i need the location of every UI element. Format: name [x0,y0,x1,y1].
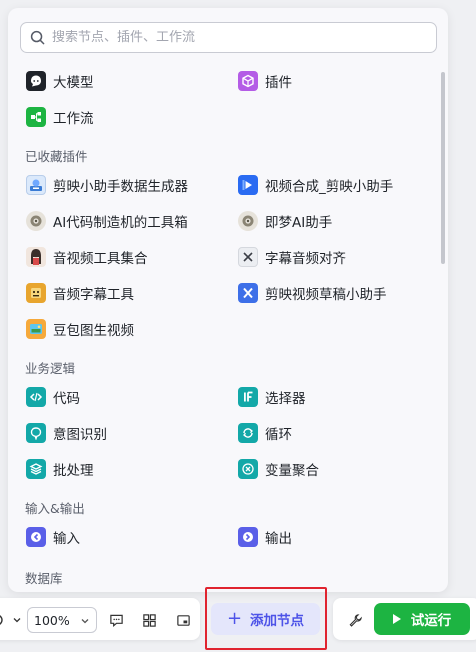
search-icon [30,30,45,45]
plugin-icon [238,71,258,91]
doubao-video-icon [26,319,46,339]
node-item-loop[interactable]: 循环 [238,420,292,446]
play-icon [392,614,401,624]
plugin-item-audio-subtitle[interactable]: 音频字幕工具 [26,280,134,306]
plugin-item-capcut-data[interactable]: 剪映小助手数据生成器 [26,172,188,198]
item-label: AI代码制造机的工具箱 [53,215,188,231]
plugin-item-video-compose[interactable]: 视频合成_剪映小助手 [238,172,393,198]
comment-icon[interactable] [106,610,126,630]
item-label: 输出 [265,531,292,547]
plugin-item-jimeng[interactable]: 即梦AI助手 [238,208,332,234]
node-item-batch[interactable]: 批处理 [26,456,94,482]
item-label: 插件 [265,75,292,91]
search-input[interactable] [52,30,412,45]
logic-section-title: 业务逻辑 [25,361,76,376]
chevron-down-icon[interactable] [7,610,27,630]
llm-icon [26,71,46,91]
scrollbar-thumb[interactable] [441,72,445,264]
item-label: 即梦AI助手 [265,215,333,231]
input-icon [26,527,46,547]
test-run-label: 试运行 [410,613,452,629]
video-compose-icon [238,175,258,195]
node-item-code[interactable]: 代码 [26,384,80,410]
intent-icon [26,423,46,443]
search-box[interactable] [20,22,437,53]
wrench-icon[interactable] [345,610,365,630]
item-label: 循环 [265,427,292,443]
item-label: 视频合成_剪映小助手 [265,179,394,195]
item-label: 意图识别 [53,427,107,443]
plugin-item-doubao-video[interactable]: 豆包图生视频 [26,316,134,342]
item-label: 变量聚合 [265,463,319,479]
item-label: 剪映视频草稿小助手 [265,287,387,303]
zoom-chevron-icon [81,619,89,624]
item-label: 输入 [53,531,80,547]
zoom-select[interactable]: 100% [27,607,97,633]
av-tools-icon [26,247,46,267]
test-run-button[interactable]: 试运行 [374,603,470,635]
node-item-workflow[interactable]: 工作流 [26,104,94,130]
node-item-input[interactable]: 输入 [26,524,80,550]
node-picker-panel: 大模型 插件 工作流 已收藏插件 剪映小助手数据生成器 视频合成_剪映小助手 A… [8,8,448,592]
item-label: 批处理 [53,463,94,479]
node-item-output[interactable]: 输出 [238,524,292,550]
loop-icon [238,423,258,443]
add-node-button[interactable]: + 添加节点 [211,603,320,635]
batch-icon [26,459,46,479]
workflow-icon [26,107,46,127]
zoom-value: 100% [34,612,70,628]
variable-merge-icon [238,459,258,479]
capcut-draft-icon [238,283,258,303]
audio-subtitle-icon [26,283,46,303]
item-label: 字幕音频对齐 [265,251,346,267]
favorites-section-title: 已收藏插件 [25,149,88,164]
item-label: 代码 [53,391,80,407]
subtitle-align-icon [238,247,258,267]
io-section-title: 输入&输出 [25,501,85,516]
plugin-item-ai-code-toolbox[interactable]: AI代码制造机的工具箱 [26,208,188,234]
code-icon [26,387,46,407]
plugin-item-subtitle-align[interactable]: 字幕音频对齐 [238,244,346,270]
if-selector-icon [238,387,258,407]
node-item-selector[interactable]: 选择器 [238,384,306,410]
item-label: 音视频工具集合 [53,251,148,267]
node-item-intent[interactable]: 意图识别 [26,420,107,446]
plugin-item-av-tools[interactable]: 音视频工具集合 [26,244,148,270]
ai-code-toolbox-icon [26,211,46,231]
plugin-item-capcut-draft[interactable]: 剪映视频草稿小助手 [238,280,387,306]
item-label: 大模型 [53,75,94,91]
add-node-label: 添加节点 [250,613,305,629]
output-icon [238,527,258,547]
item-label: 工作流 [53,111,94,127]
node-item-plugin[interactable]: 插件 [238,68,292,94]
jimeng-icon [238,211,258,231]
item-label: 音频字幕工具 [53,287,134,303]
capcut-data-icon [26,175,46,195]
node-item-variable-merge[interactable]: 变量聚合 [238,456,319,482]
node-item-llm[interactable]: 大模型 [26,68,94,94]
layout-grid-icon[interactable] [139,610,159,630]
database-section-title: 数据库 [25,571,63,586]
item-label: 选择器 [265,391,306,407]
minimap-icon[interactable] [173,610,193,630]
plus-icon: + [226,607,243,629]
item-label: 豆包图生视频 [53,323,134,339]
item-label: 剪映小助手数据生成器 [53,179,188,195]
